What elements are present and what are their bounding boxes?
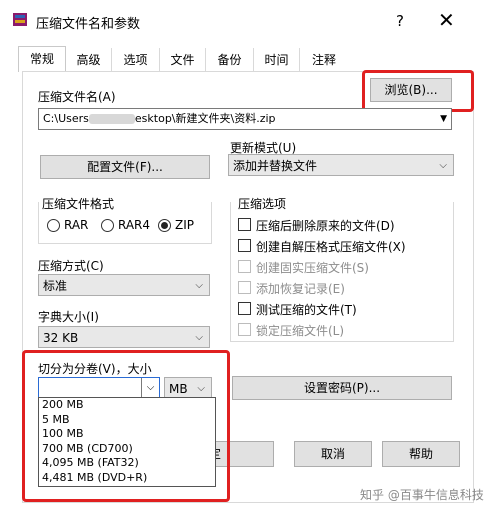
dictionary-size-value: 32 KB <box>43 331 79 345</box>
set-password-button[interactable]: 设置密码(P)... <box>232 376 452 400</box>
compression-method-value: 标准 <box>43 279 68 293</box>
profile-button[interactable]: 配置文件(F)... <box>40 155 210 179</box>
recovery-checkbox <box>238 281 251 294</box>
tab-general[interactable]: 常规 <box>18 46 66 72</box>
chevron-down-icon: ⌵ <box>195 332 203 343</box>
chevron-down-icon[interactable]: ▼ <box>440 109 447 129</box>
chevron-down-icon: ⌵ <box>195 280 203 291</box>
test-label: 测试压缩的文件(T) <box>256 303 357 317</box>
sfx-label: 创建自解压格式压缩文件(X) <box>256 240 406 254</box>
archive-path-prefix: C:\Users <box>43 112 89 125</box>
help-icon[interactable]: ? <box>396 12 404 30</box>
update-mode-select[interactable]: 添加并替换文件 ⌵ <box>228 154 454 176</box>
archive-name-label: 压缩文件名(A) <box>38 90 116 104</box>
chevron-down-icon: ⌵ <box>439 160 447 171</box>
winrar-app-icon <box>12 11 28 27</box>
split-volume-highlight <box>22 350 230 502</box>
lock-checkbox <box>238 323 251 336</box>
archive-name-field[interactable]: C:\Users esktop\新建文件夹\资料.zip ▼ <box>38 108 452 130</box>
window-title: 压缩文件名和参数 <box>36 17 141 32</box>
radio-rar[interactable] <box>47 219 60 232</box>
cancel-button[interactable]: 取消 <box>294 441 372 467</box>
radio-rar4-label: RAR4 <box>118 218 151 232</box>
compression-method-label: 压缩方式(C) <box>38 259 104 273</box>
solid-label: 创建固实压缩文件(S) <box>256 261 369 275</box>
compression-method-select[interactable]: 标准 ⌵ <box>38 274 210 296</box>
title-bar: 压缩文件名和参数 ? ✕ <box>0 0 500 44</box>
radio-rar4[interactable] <box>101 219 114 232</box>
tab-comment[interactable]: 注释 <box>300 48 348 72</box>
tab-backup[interactable]: 备份 <box>206 48 254 72</box>
recovery-label: 添加恢复记录(E) <box>256 282 345 296</box>
tab-time[interactable]: 时间 <box>254 48 300 72</box>
tab-files[interactable]: 文件 <box>160 48 206 72</box>
watermark-text: 知乎 @百事牛信息科技 <box>360 488 484 502</box>
dictionary-size-select[interactable]: 32 KB ⌵ <box>38 326 210 348</box>
delete-after-checkbox[interactable] <box>238 218 251 231</box>
tab-advanced[interactable]: 高级 <box>66 48 112 72</box>
redacted-username <box>88 114 135 124</box>
delete-after-label: 压缩后删除原来的文件(D) <box>256 219 395 233</box>
sfx-checkbox[interactable] <box>238 239 251 252</box>
browse-highlight <box>362 70 474 112</box>
update-mode-value: 添加并替换文件 <box>233 159 318 173</box>
close-icon[interactable]: ✕ <box>438 8 455 32</box>
radio-rar-label: RAR <box>64 218 89 232</box>
tab-options[interactable]: 选项 <box>112 48 160 72</box>
test-checkbox[interactable] <box>238 302 251 315</box>
lock-label: 锁定压缩文件(L) <box>256 324 345 338</box>
archive-path-suffix: esktop\新建文件夹\资料.zip <box>134 112 276 125</box>
dictionary-size-label: 字典大小(I) <box>38 310 99 324</box>
help-button[interactable]: 帮助 <box>382 441 460 467</box>
solid-checkbox <box>238 260 251 273</box>
radio-zip-label: ZIP <box>175 218 194 232</box>
radio-zip[interactable] <box>158 219 171 232</box>
